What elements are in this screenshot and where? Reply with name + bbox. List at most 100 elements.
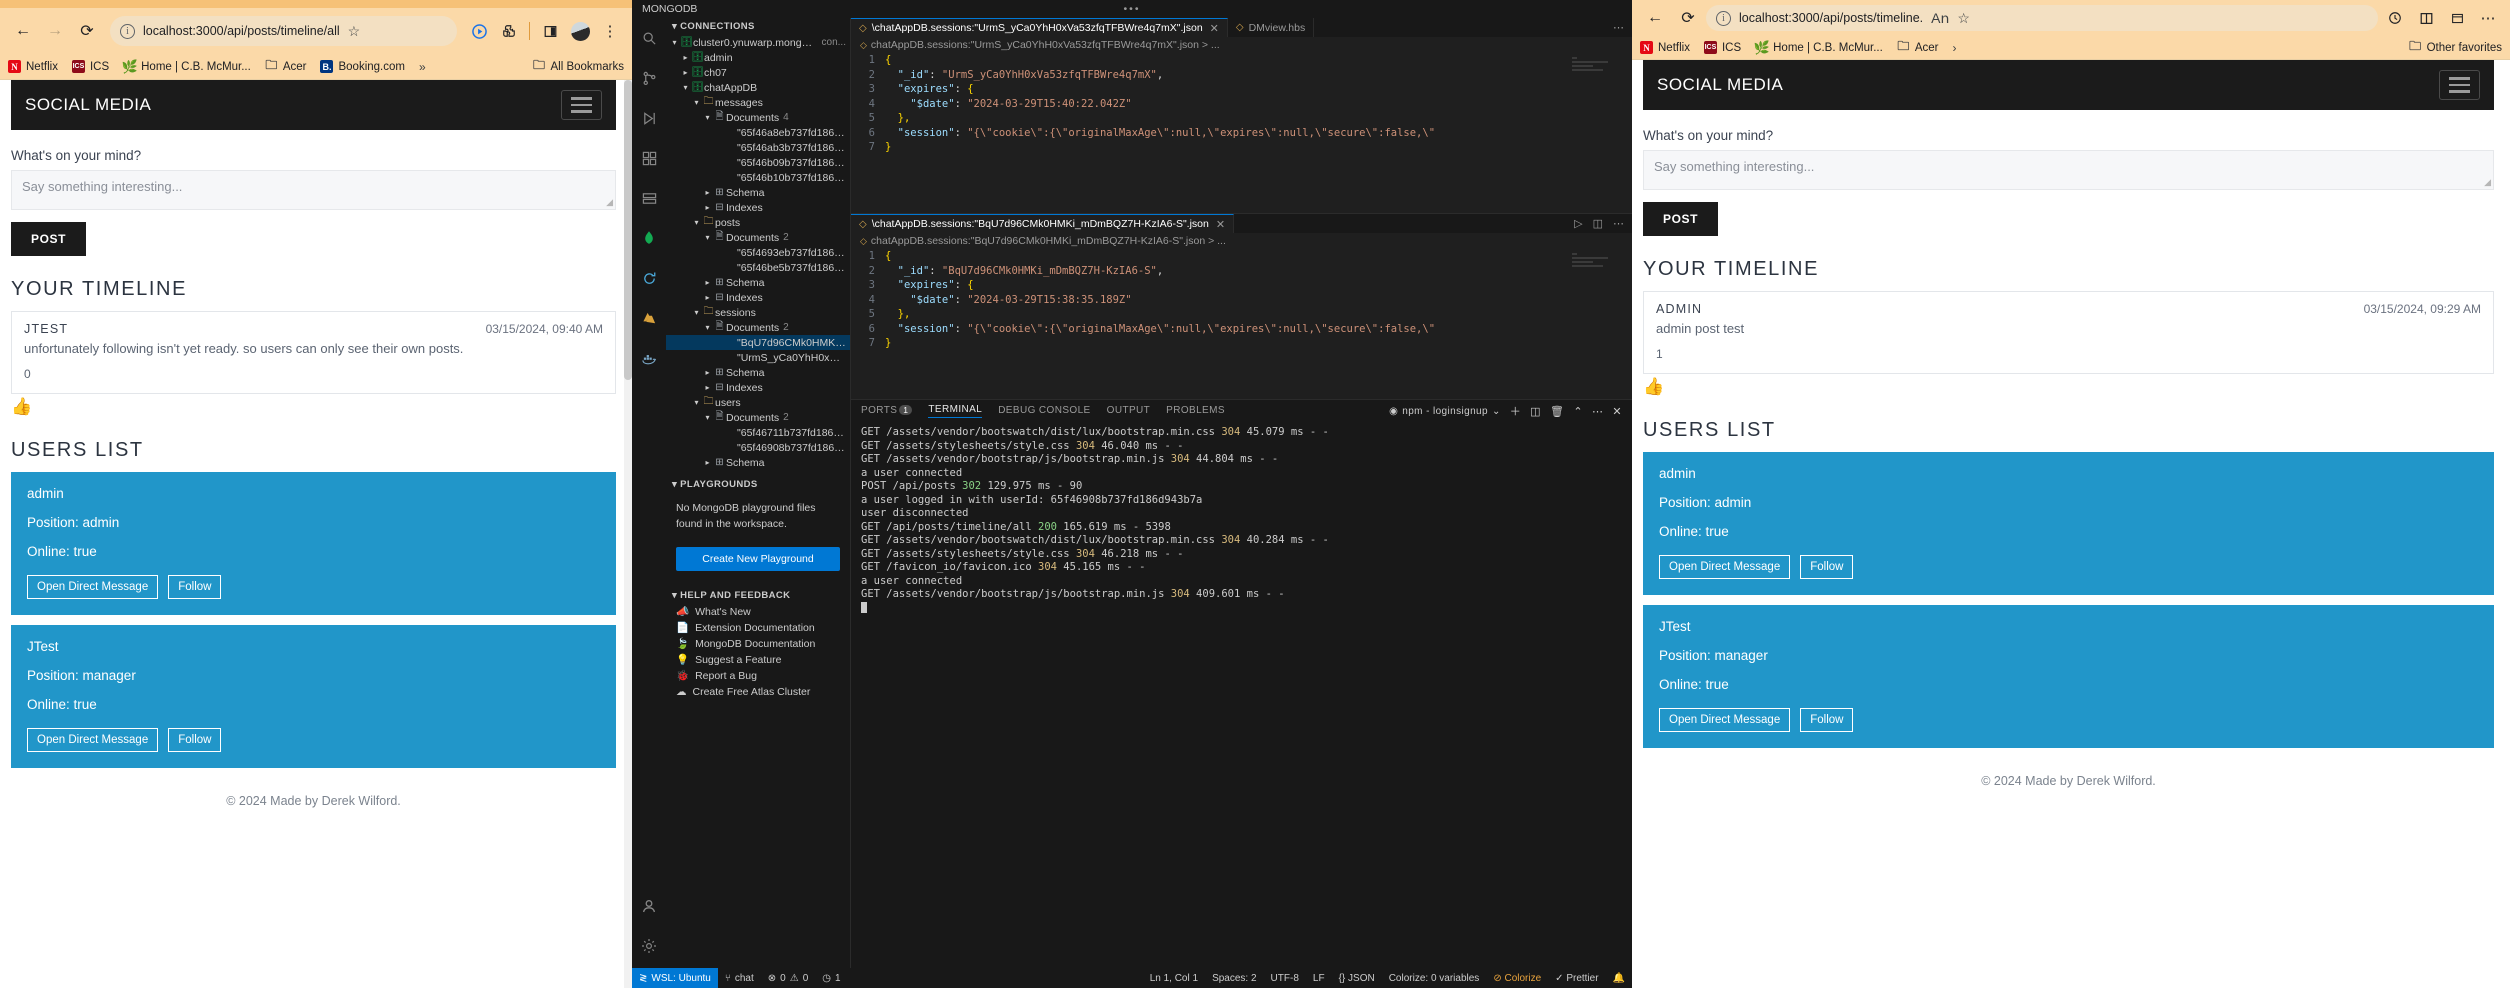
panel-tab-debug-console[interactable]: DEBUG CONSOLE: [998, 405, 1090, 418]
status-colorize-0-variables[interactable]: Colorize: 0 variables: [1382, 968, 1487, 988]
tree-item[interactable]: ▾ 🗎 Documents 2: [666, 320, 850, 335]
azure-icon[interactable]: [637, 306, 661, 330]
status-[interactable]: 🔔: [1606, 968, 1632, 988]
chevron-right-icon[interactable]: ▸: [702, 293, 713, 302]
chevron-down-icon[interactable]: ▾: [702, 413, 713, 422]
bookmark-ics[interactable]: ICS ICS: [1703, 41, 1741, 54]
tree-item[interactable]: "65f46be5b737fd186d943baf": [666, 260, 850, 275]
back-button[interactable]: ←: [1640, 3, 1670, 33]
settings-more-icon[interactable]: ⋯: [2474, 4, 2502, 32]
page-scrollbar[interactable]: [624, 80, 632, 988]
kill-terminal-icon[interactable]: 🗑: [1550, 405, 1564, 418]
help-item[interactable]: 📄 Extension Documentation: [666, 620, 850, 636]
open-direct-message-button[interactable]: Open Direct Message: [1659, 554, 1791, 579]
tree-item[interactable]: ▾ 🗄 chatAppDB: [666, 80, 850, 95]
search-icon[interactable]: [637, 26, 661, 50]
status-spaces-2[interactable]: Spaces: 2: [1205, 968, 1263, 988]
split-editor-icon[interactable]: ◫: [1593, 217, 1603, 230]
more-actions-icon[interactable]: ⋯: [1613, 217, 1624, 230]
bookmark-home-cb-mcmurray[interactable]: 🌿 Home | C.B. McMur...: [1754, 40, 1883, 55]
like-button[interactable]: 👍: [1643, 377, 1664, 397]
chevron-right-icon[interactable]: ▸: [702, 203, 713, 212]
tree-item[interactable]: "65f46b09b737fd186d943ba2": [666, 155, 850, 170]
mongodb-leaf-icon[interactable]: [637, 226, 661, 250]
panel-tab-terminal[interactable]: TERMINAL: [928, 404, 983, 418]
docker-icon[interactable]: [637, 346, 661, 370]
favorite-star-icon[interactable]: ☆: [1957, 10, 1970, 27]
tree-item[interactable]: "UrmS_yCa0YhH0xVa53zfqTFBWre...: [666, 350, 850, 365]
help-item[interactable]: 💡 Suggest a Feature: [666, 652, 850, 668]
scrollbar-thumb[interactable]: [624, 80, 632, 380]
chevron-down-icon[interactable]: ⌄: [1492, 406, 1501, 417]
bookmarks-overflow-icon[interactable]: »: [419, 60, 426, 74]
browser-essentials-icon[interactable]: [2381, 4, 2409, 32]
profile-avatar[interactable]: [566, 17, 594, 45]
tree-item[interactable]: "65f4693eb737fd186d943b80": [666, 245, 850, 260]
new-terminal-icon[interactable]: ＋: [1510, 403, 1521, 419]
chevron-right-icon[interactable]: ▸: [702, 368, 713, 377]
chevron-right-icon[interactable]: ▸: [702, 188, 713, 197]
more-icon[interactable]: ⋯: [1592, 405, 1603, 418]
read-aloud-icon[interactable]: A𝗇: [1931, 10, 1949, 27]
tree-item[interactable]: "65f46711b737fd186d943b71": [666, 425, 850, 440]
vscode-title-ellipsis[interactable]: •••: [1123, 3, 1140, 15]
close-icon[interactable]: ✕: [1210, 22, 1219, 35]
tree-item[interactable]: ▸ ⊟ Indexes: [666, 290, 850, 305]
editor-breadcrumb-bottom[interactable]: ◇ chatAppDB.sessions:"BqU7d96CMk0HMKi_mD…: [851, 233, 1632, 249]
create-new-playground-button[interactable]: Create New Playground: [676, 546, 840, 571]
bookmark-netflix[interactable]: N Netflix: [8, 60, 58, 73]
reload-button[interactable]: ⟳: [72, 16, 102, 46]
bookmarks-overflow-icon[interactable]: ›: [1952, 41, 1956, 55]
follow-button[interactable]: Follow: [168, 727, 222, 752]
split-screen-icon[interactable]: [536, 17, 564, 45]
bookmark-ics[interactable]: ICS ICS: [71, 60, 109, 73]
chevron-right-icon[interactable]: ▸: [680, 53, 691, 62]
status-utf-8[interactable]: UTF-8: [1264, 968, 1306, 988]
tree-item[interactable]: "65f46a8eb737fd186d943b97": [666, 125, 850, 140]
chevron-down-icon[interactable]: ▾: [702, 113, 713, 122]
chevron-right-icon[interactable]: ▸: [702, 383, 713, 392]
tree-item[interactable]: ▾ 🗀 users: [666, 395, 850, 410]
status-branch[interactable]: ⑂ chat: [718, 968, 761, 988]
settings-gear-icon[interactable]: [637, 934, 661, 958]
other-favorites-button[interactable]: 🗀 Other favorites: [2409, 39, 2502, 54]
tree-item[interactable]: ▸ ⊟ Indexes: [666, 380, 850, 395]
chevron-down-icon[interactable]: ▾: [680, 83, 691, 92]
back-button[interactable]: ←: [8, 16, 38, 46]
status-remote-wsl[interactable]: ≷ WSL: Ubuntu: [632, 968, 718, 988]
editor-tab-sessions-urms[interactable]: ◇ \chatAppDB.sessions:"UrmS_yCa0YhH0xVa5…: [851, 18, 1228, 37]
status-problems[interactable]: ⊗ 0 ⚠ 0: [761, 968, 815, 988]
chevron-down-icon[interactable]: ▾: [691, 98, 702, 107]
help-section-header[interactable]: ▾ HELP AND FEEDBACK: [666, 587, 850, 604]
tree-item[interactable]: "BqU7d96CMk0HMKi_mDmBQZ7...: [666, 335, 850, 350]
address-bar[interactable]: i localhost:3000/api/posts/timeline. A𝗇 …: [1706, 5, 2378, 31]
tree-item[interactable]: ▾ 🗀 sessions: [666, 305, 850, 320]
follow-button[interactable]: Follow: [1800, 554, 1854, 579]
chevron-up-icon[interactable]: ⌃: [1573, 405, 1583, 418]
chevron-right-icon[interactable]: ▸: [680, 68, 691, 77]
all-bookmarks-button[interactable]: 🗀 All Bookmarks: [533, 58, 624, 73]
minimap[interactable]: [1572, 253, 1624, 275]
open-direct-message-button[interactable]: Open Direct Message: [27, 727, 159, 752]
bookmark-acer[interactable]: 🗀 Acer: [265, 58, 306, 73]
tree-item[interactable]: ▸ ⊞ Schema: [666, 365, 850, 380]
chevron-down-icon[interactable]: ▾: [691, 218, 702, 227]
forward-button[interactable]: →: [40, 16, 70, 46]
post-button[interactable]: POST: [1643, 202, 1719, 236]
chevron-down-icon[interactable]: ▾: [691, 398, 702, 407]
account-icon[interactable]: [637, 894, 661, 918]
post-button[interactable]: POST: [11, 222, 87, 256]
connections-section-header[interactable]: ▾ CONNECTIONS: [666, 18, 850, 35]
terminal-selector[interactable]: ◉ npm - loginsignup ⌄: [1389, 406, 1501, 417]
media-control-icon[interactable]: [465, 17, 493, 45]
close-icon[interactable]: ✕: [1216, 218, 1225, 231]
like-button[interactable]: 👍: [11, 397, 32, 417]
terminal-output[interactable]: GET /assets/vendor/bootswatch/dist/lux/b…: [851, 422, 1632, 968]
help-item[interactable]: 🍃 MongoDB Documentation: [666, 636, 850, 652]
split-screen-icon[interactable]: [2412, 4, 2440, 32]
resize-grip-icon[interactable]: ◢: [2484, 177, 2491, 188]
more-menu-icon[interactable]: ⋮: [596, 17, 624, 45]
status-lf[interactable]: LF: [1306, 968, 1332, 988]
chevron-right-icon[interactable]: ▸: [702, 278, 713, 287]
chevron-right-icon[interactable]: ▸: [702, 458, 713, 467]
